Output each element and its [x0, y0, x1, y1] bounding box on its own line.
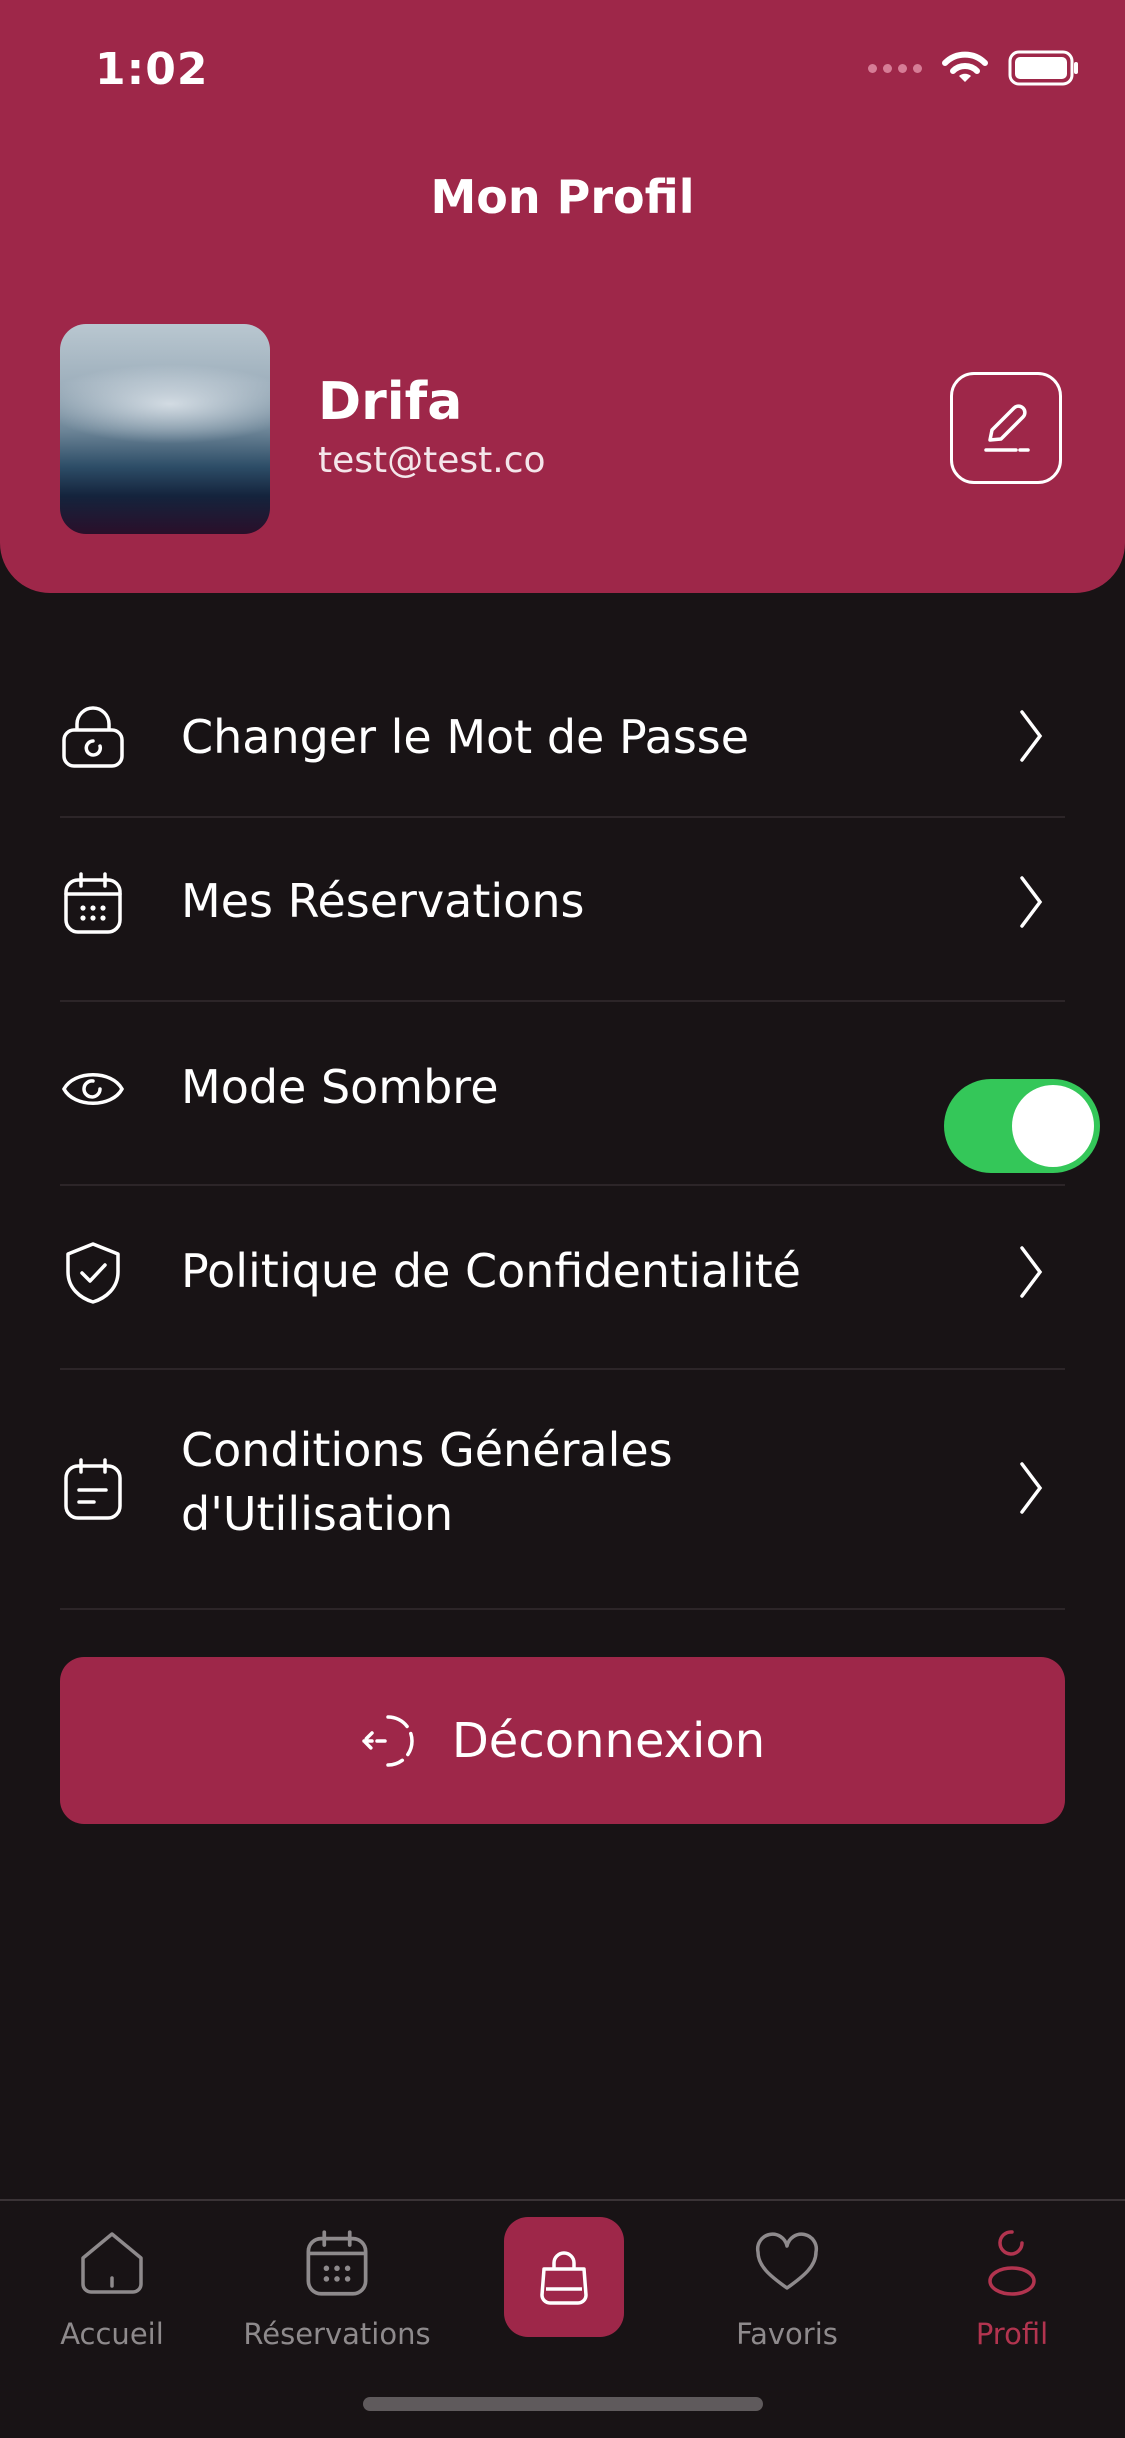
- cellular-signal-icon: [868, 63, 922, 73]
- tab-label: Profil: [975, 2317, 1049, 2351]
- menu-item-label: Mode Sombre: [181, 1060, 499, 1114]
- battery-icon: [1008, 50, 1078, 86]
- wifi-icon: [942, 51, 988, 82]
- calendar-icon: [302, 2221, 372, 2305]
- menu-item-terms[interactable]: Conditions Générales d'Utilisation: [60, 1370, 1065, 1610]
- home-icon: [77, 2221, 147, 2305]
- shield-check-icon: [60, 1240, 126, 1306]
- home-indicator: [363, 2397, 763, 2411]
- toggle-knob: [1012, 1085, 1094, 1167]
- bag-icon: [540, 2251, 588, 2305]
- document-icon: [60, 1456, 126, 1522]
- menu-item-label: Politique de Confidentialité: [181, 1244, 801, 1298]
- tab-label: Favoris: [736, 2317, 838, 2351]
- tab-profil[interactable]: Profil: [917, 2221, 1107, 2361]
- menu-item-label: Conditions Générales d'Utilisation: [181, 1423, 673, 1541]
- status-time: 1:02: [95, 44, 209, 95]
- page-title: Mon Profil: [430, 170, 695, 224]
- tab-favoris[interactable]: Favoris: [692, 2221, 882, 2361]
- chevron-right-icon: [1011, 1458, 1051, 1518]
- dark-mode-toggle[interactable]: [944, 1079, 1100, 1173]
- calendar-icon: [60, 870, 126, 936]
- chevron-right-icon: [1011, 872, 1051, 932]
- lock-icon: [60, 704, 126, 770]
- profile-header: 1:02 Mon Profil Drifa test@test.co: [0, 0, 1125, 593]
- menu-item-dark-mode: Mode Sombre: [60, 1002, 1100, 1186]
- avatar[interactable]: [60, 324, 270, 534]
- tab-bag[interactable]: [504, 2217, 624, 2337]
- status-icons: [868, 48, 1080, 88]
- edit-pencil-icon: [984, 404, 1030, 452]
- chevron-right-icon: [1011, 1242, 1051, 1302]
- menu-item-change-password[interactable]: Changer le Mot de Passe: [60, 658, 1065, 818]
- tab-label: Accueil: [60, 2317, 164, 2351]
- tab-reservations[interactable]: Réservations: [242, 2221, 432, 2361]
- logout-button[interactable]: Déconnexion: [60, 1657, 1065, 1824]
- user-email: test@test.co: [318, 440, 546, 481]
- menu-item-reservations[interactable]: Mes Réservations: [60, 818, 1065, 1002]
- user-icon: [977, 2221, 1047, 2305]
- edit-profile-button[interactable]: [950, 372, 1062, 484]
- user-name: Drifa: [318, 372, 463, 432]
- logout-label: Déconnexion: [451, 1712, 766, 1769]
- tab-accueil[interactable]: Accueil: [17, 2221, 207, 2361]
- heart-icon: [752, 2221, 822, 2305]
- tab-label: Réservations: [243, 2317, 431, 2351]
- eye-icon: [60, 1056, 126, 1122]
- menu-item-label: Changer le Mot de Passe: [181, 710, 750, 764]
- menu-item-privacy-policy[interactable]: Politique de Confidentialité: [60, 1186, 1065, 1370]
- chevron-right-icon: [1011, 706, 1051, 766]
- menu-item-label: Mes Réservations: [181, 874, 585, 928]
- logout-icon: [362, 1714, 414, 1767]
